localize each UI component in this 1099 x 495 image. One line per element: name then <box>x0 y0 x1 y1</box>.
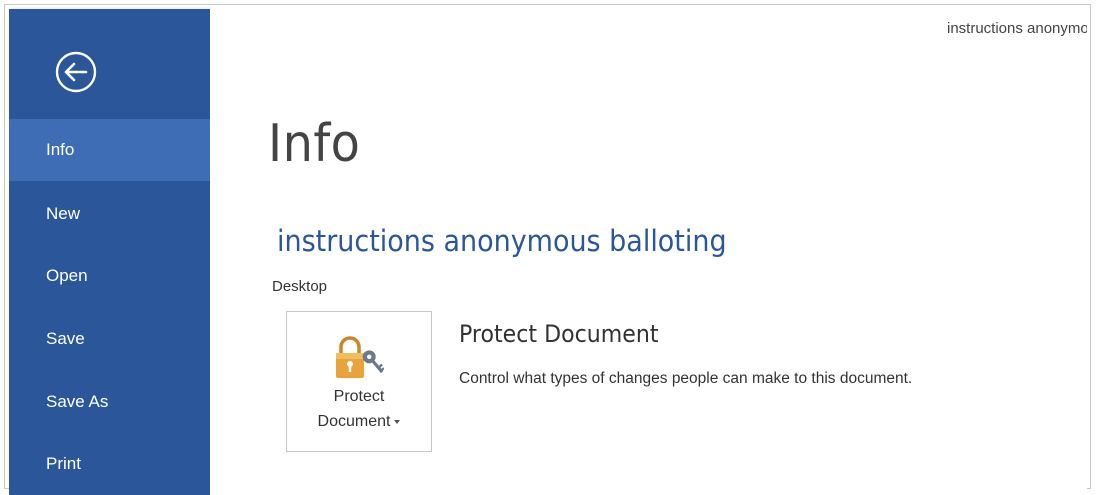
sidebar-item-open[interactable]: Open <box>9 245 210 307</box>
document-location[interactable]: Desktop <box>272 278 327 295</box>
sidebar-item-info[interactable]: Info <box>9 119 210 181</box>
protect-document-button[interactable]: Protect Document <box>286 311 432 452</box>
protect-button-label-line2-text: Document <box>317 413 391 430</box>
page-title: Info <box>268 114 361 174</box>
sidebar-item-save[interactable]: Save <box>9 308 210 370</box>
info-panel: instructions anonymous balloting Info in… <box>210 9 1087 495</box>
document-name: instructions anonymous balloting <box>277 224 727 258</box>
protect-document-description: Control what types of changes people can… <box>459 370 913 387</box>
sidebar-item-label: Print <box>46 454 81 473</box>
sidebar-item-new[interactable]: New <box>9 183 210 245</box>
sidebar-item-label: Save <box>46 329 85 348</box>
sidebar-item-save-as[interactable]: Save As <box>9 371 210 433</box>
protect-button-label-line1: Protect <box>333 388 385 405</box>
sidebar-item-label: Info <box>46 140 75 159</box>
window-document-title: instructions anonymous balloting <box>947 20 1087 37</box>
sidebar-item-print[interactable]: Print <box>9 433 210 495</box>
protect-document-heading: Protect Document <box>459 320 659 348</box>
backstage-window: Info New Open Save Save As Print instruc… <box>0 0 1099 495</box>
dropdown-caret-icon <box>394 419 401 424</box>
protect-button-label-line2: Document <box>287 413 431 431</box>
sidebar-item-label: Save As <box>46 392 109 411</box>
backstage-sidebar: Info New Open Save Save As Print <box>9 9 210 495</box>
lock-key-icon <box>336 336 384 378</box>
sidebar-item-label: New <box>46 204 81 223</box>
back-button[interactable] <box>54 50 98 94</box>
sidebar-item-label: Open <box>46 266 88 285</box>
back-arrow-icon <box>55 51 97 93</box>
